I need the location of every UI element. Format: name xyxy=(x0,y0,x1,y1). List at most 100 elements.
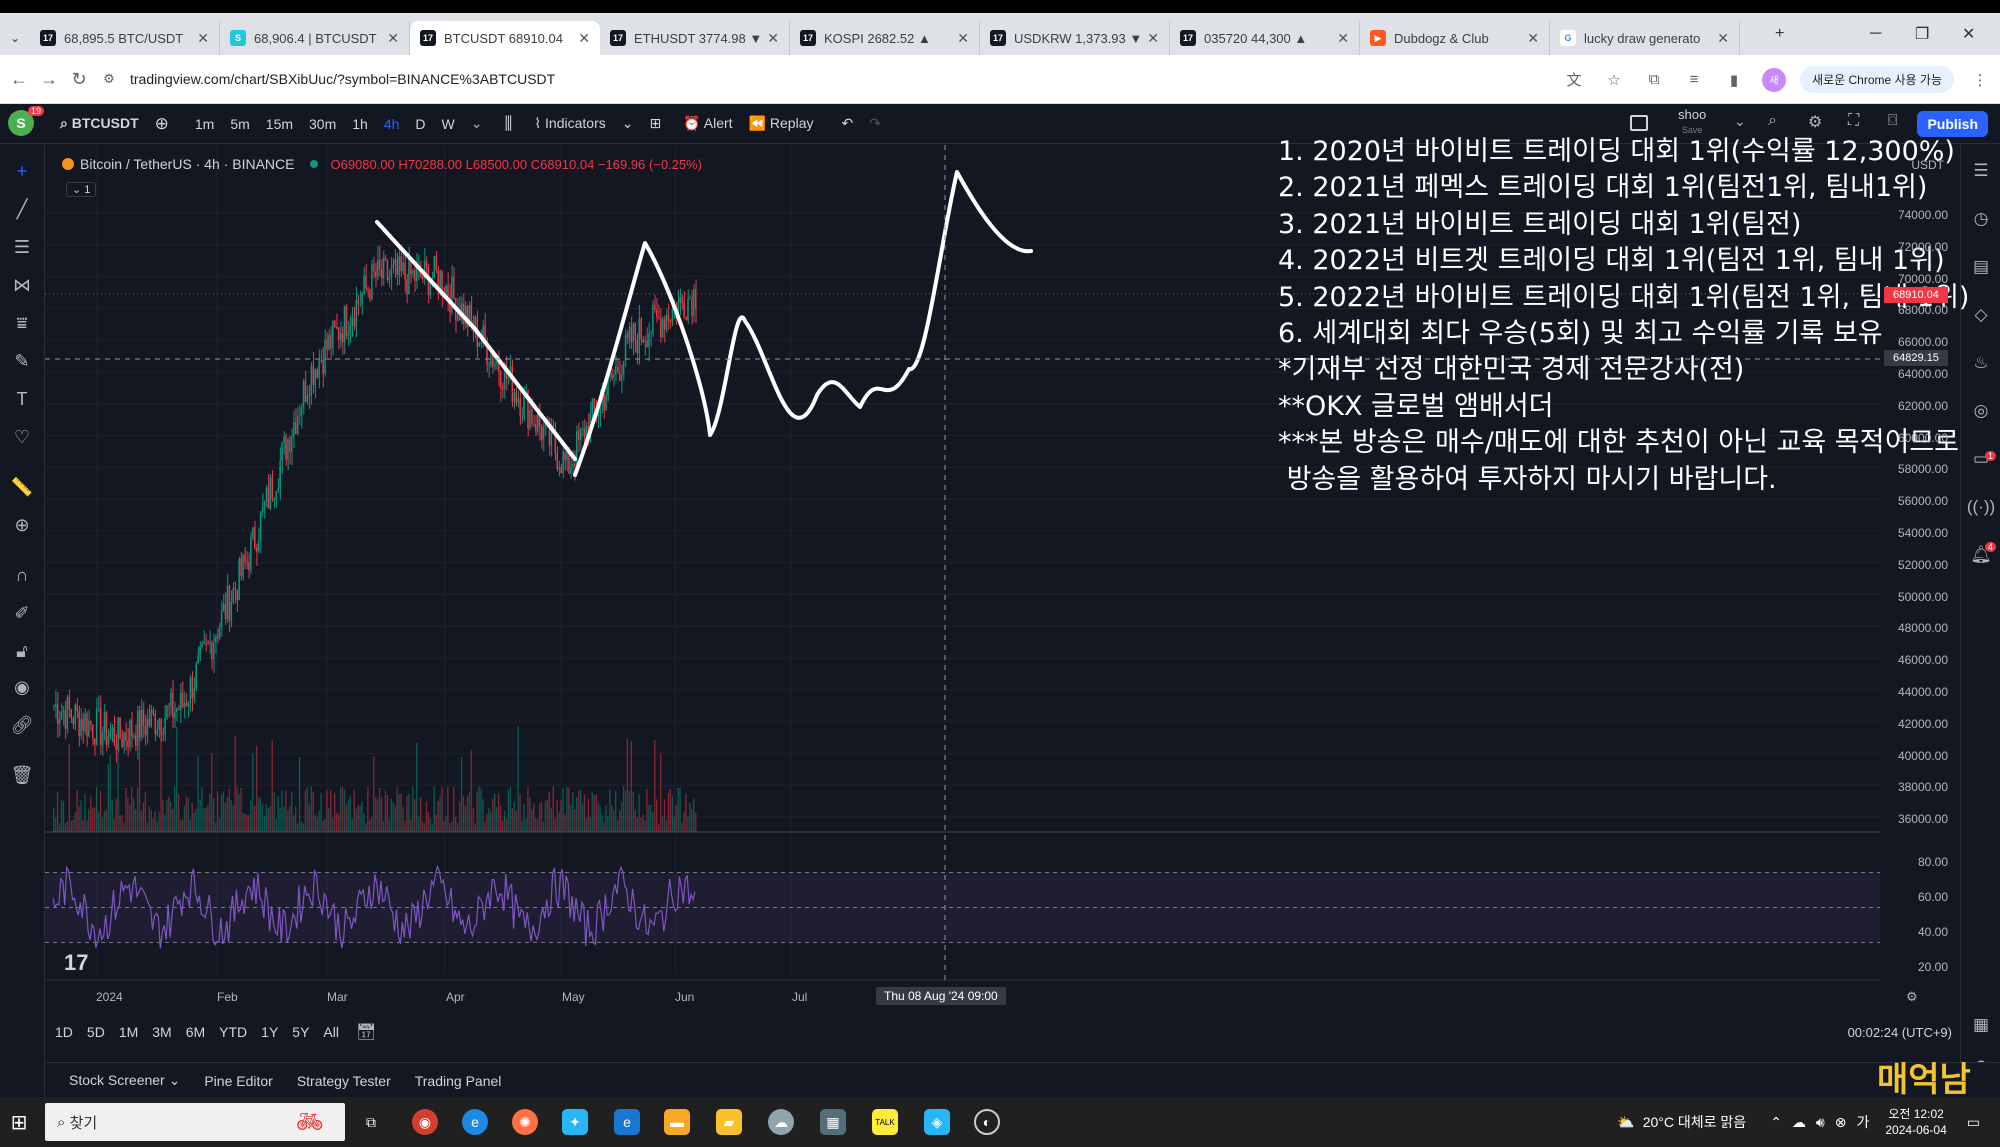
currency-label[interactable]: USDT xyxy=(1911,158,1944,172)
interval-D[interactable]: D xyxy=(415,116,425,132)
extensions-icon[interactable]: ⧉ xyxy=(1642,68,1666,92)
internet-explorer-icon[interactable]: e xyxy=(614,1109,640,1135)
forecast-icon[interactable]: ⩸ xyxy=(10,311,34,335)
tab-close-icon[interactable]: ✕ xyxy=(1717,30,1729,47)
tab-close-icon[interactable]: ✕ xyxy=(1147,30,1159,47)
restore-icon[interactable]: ❐ xyxy=(1915,13,1929,55)
ideas-bulb-icon[interactable]: ◎ xyxy=(1969,399,1993,423)
magnet-icon[interactable]: ∩ xyxy=(10,563,34,587)
trash-icon[interactable]: 🗑︎ xyxy=(10,763,34,787)
chrome-icon[interactable]: ◉ xyxy=(412,1109,438,1135)
panel-tab[interactable]: Trading Panel xyxy=(415,1073,502,1089)
text-tool-icon[interactable]: T xyxy=(10,387,34,411)
close-window-icon[interactable]: ✕ xyxy=(1962,13,1975,55)
undo-icon[interactable]: ↶ xyxy=(842,115,854,132)
link-icon[interactable]: 🔗︎ xyxy=(10,713,34,737)
chrome-update-button[interactable]: 새로운 Chrome 사용 가능 xyxy=(1800,66,1954,93)
templates-dropdown-icon[interactable]: ⌄ xyxy=(622,115,634,132)
minimize-icon[interactable]: ─ xyxy=(1870,13,1881,55)
compare-plus-icon[interactable]: ⊕ xyxy=(155,114,169,134)
goto-date-icon[interactable]: 📅︎ xyxy=(356,1022,376,1042)
tab-search-icon[interactable]: ⌄ xyxy=(0,21,30,55)
lock-icon[interactable]: 🔓︎ xyxy=(10,639,34,663)
layers-icon[interactable]: ◇ xyxy=(1969,303,1993,327)
app-blue-icon[interactable]: ◈ xyxy=(924,1109,950,1135)
legend-symbol[interactable]: Bitcoin / TetherUS · 4h · BINANCE xyxy=(80,156,294,172)
layout-name-button[interactable]: shoo Save xyxy=(1678,108,1706,137)
weather-icon[interactable]: ⛅ xyxy=(1617,1114,1634,1131)
panel-tab[interactable]: Strategy Tester xyxy=(297,1073,391,1089)
browser-tab[interactable]: 17 ETHUSDT 3774.98 ▼ ✕ xyxy=(600,21,790,55)
tab-close-icon[interactable]: ✕ xyxy=(197,30,209,47)
trend-line-icon[interactable]: ╱ xyxy=(10,197,34,221)
range-all[interactable]: All xyxy=(323,1024,339,1040)
interval-30m[interactable]: 30m xyxy=(309,116,336,132)
legend-collapse-button[interactable]: ⌄ 1 xyxy=(66,182,97,197)
symbol-search[interactable]: ⌕ BTCUSDT xyxy=(60,115,139,132)
bird-app-icon[interactable]: ✦ xyxy=(562,1109,588,1135)
layout-dropdown-icon[interactable]: ⌄ xyxy=(1734,113,1746,130)
interval-1h[interactable]: 1h xyxy=(352,116,368,132)
calculator-icon[interactable]: ▦ xyxy=(820,1109,846,1135)
settings-gear-icon[interactable]: ⚙ xyxy=(1808,112,1822,132)
chrome-menu-icon[interactable]: ⋮ xyxy=(1968,68,1992,92)
windows-start-icon[interactable]: ⊞ xyxy=(0,1097,38,1147)
tradingview-logo[interactable]: 17 xyxy=(64,950,88,976)
tray-chevron-icon[interactable]: ⌃ xyxy=(1770,1114,1782,1131)
watchlist-icon[interactable]: ☰ xyxy=(1969,159,1993,183)
browser-tab[interactable]: 17 035720 44,300 ▲ ✕ xyxy=(1170,21,1360,55)
tab-close-icon[interactable]: ✕ xyxy=(957,30,969,47)
streams-icon[interactable]: ((·)) xyxy=(1967,495,1995,519)
tab-close-icon[interactable]: ✕ xyxy=(578,30,590,47)
range-3m[interactable]: 3M xyxy=(152,1024,171,1040)
range-5y[interactable]: 5Y xyxy=(292,1024,309,1040)
tab-close-icon[interactable]: ✕ xyxy=(767,30,779,47)
calendar-icon[interactable]: ▦ xyxy=(1969,1013,1993,1037)
taskbar-clock[interactable]: 오전 12:02 2024-06-04 xyxy=(1885,1106,1946,1138)
firefox-icon[interactable]: ✺ xyxy=(512,1109,538,1135)
pattern-icon[interactable]: ⋈ xyxy=(10,273,34,297)
url-field[interactable]: tradingview.com/chart/SBXibUuc/?symbol=B… xyxy=(130,71,555,87)
browser-tab[interactable]: Glucky draw generato ✕ xyxy=(1550,21,1740,55)
chart-type-candles-icon[interactable]: ⫼ xyxy=(504,114,512,134)
chart-clock[interactable]: 00:02:24 (UTC+9) xyxy=(1848,1025,1952,1040)
weather-text[interactable]: 20°C 대체로 맑음 xyxy=(1643,1112,1746,1132)
site-info-icon[interactable]: ⚙ xyxy=(94,71,124,87)
browser-tab[interactable]: 17 KOSPI 2682.52 ▲ ✕ xyxy=(790,21,980,55)
alert-button[interactable]: ⏰ Alert xyxy=(683,115,732,132)
range-1d[interactable]: 1D xyxy=(55,1024,73,1040)
network-icon[interactable]: ☁ xyxy=(1792,1114,1806,1131)
reload-icon[interactable]: ↻ xyxy=(64,69,94,90)
tab-close-icon[interactable]: ✕ xyxy=(1527,30,1539,47)
panel-tab[interactable]: Stock Screener ⌄ xyxy=(69,1072,180,1089)
fib-retracement-icon[interactable]: ☰ xyxy=(10,235,34,259)
ime-icon[interactable]: 가 xyxy=(1856,1112,1869,1132)
tab-close-icon[interactable]: ✕ xyxy=(1337,30,1349,47)
translate-icon[interactable]: 文 xyxy=(1562,68,1586,92)
obs-icon[interactable]: ◐ xyxy=(974,1109,1000,1135)
forward-icon[interactable]: → xyxy=(34,69,64,90)
bookmark-star-icon[interactable]: ☆ xyxy=(1602,68,1626,92)
redo-icon[interactable]: ↷ xyxy=(869,115,881,132)
notification-center-icon[interactable]: ▭ xyxy=(1967,1114,1980,1131)
browser-tab[interactable]: ▶ Dubdogz & Club ✕ xyxy=(1360,21,1550,55)
range-5d[interactable]: 5D xyxy=(87,1024,105,1040)
volume-icon[interactable]: 🔊︎ xyxy=(1816,1114,1825,1131)
browser-tab[interactable]: 17 USDKRW 1,373.93 ▼ ✕ xyxy=(980,21,1170,55)
edge-icon[interactable]: e xyxy=(462,1109,488,1135)
range-1y[interactable]: 1Y xyxy=(261,1024,278,1040)
eye-icon[interactable]: ◉ xyxy=(10,675,34,699)
task-view-icon[interactable]: ⧉ xyxy=(358,1109,384,1135)
zoom-in-icon[interactable]: ⊕ xyxy=(10,513,34,537)
panel-tab[interactable]: Pine Editor xyxy=(204,1073,272,1089)
new-tab-button[interactable]: + xyxy=(1775,13,1784,55)
hotlist-fire-icon[interactable]: ♨ xyxy=(1969,351,1993,375)
camera-snapshot-icon[interactable]: ⌼ xyxy=(1888,112,1898,130)
browser-tab[interactable]: 17 BTCUSDT 68910.04 ✕ xyxy=(410,21,600,55)
tab-close-icon[interactable]: ✕ xyxy=(387,30,399,47)
icons-heart-icon[interactable]: ♡ xyxy=(10,425,34,449)
axis-settings-icon[interactable]: ⚙ xyxy=(1906,989,1918,1005)
quick-search-icon[interactable]: ⌕ xyxy=(1768,112,1777,130)
brush-icon[interactable]: ✎ xyxy=(10,349,34,373)
sticky-notes-icon[interactable]: ▰ xyxy=(716,1109,742,1135)
